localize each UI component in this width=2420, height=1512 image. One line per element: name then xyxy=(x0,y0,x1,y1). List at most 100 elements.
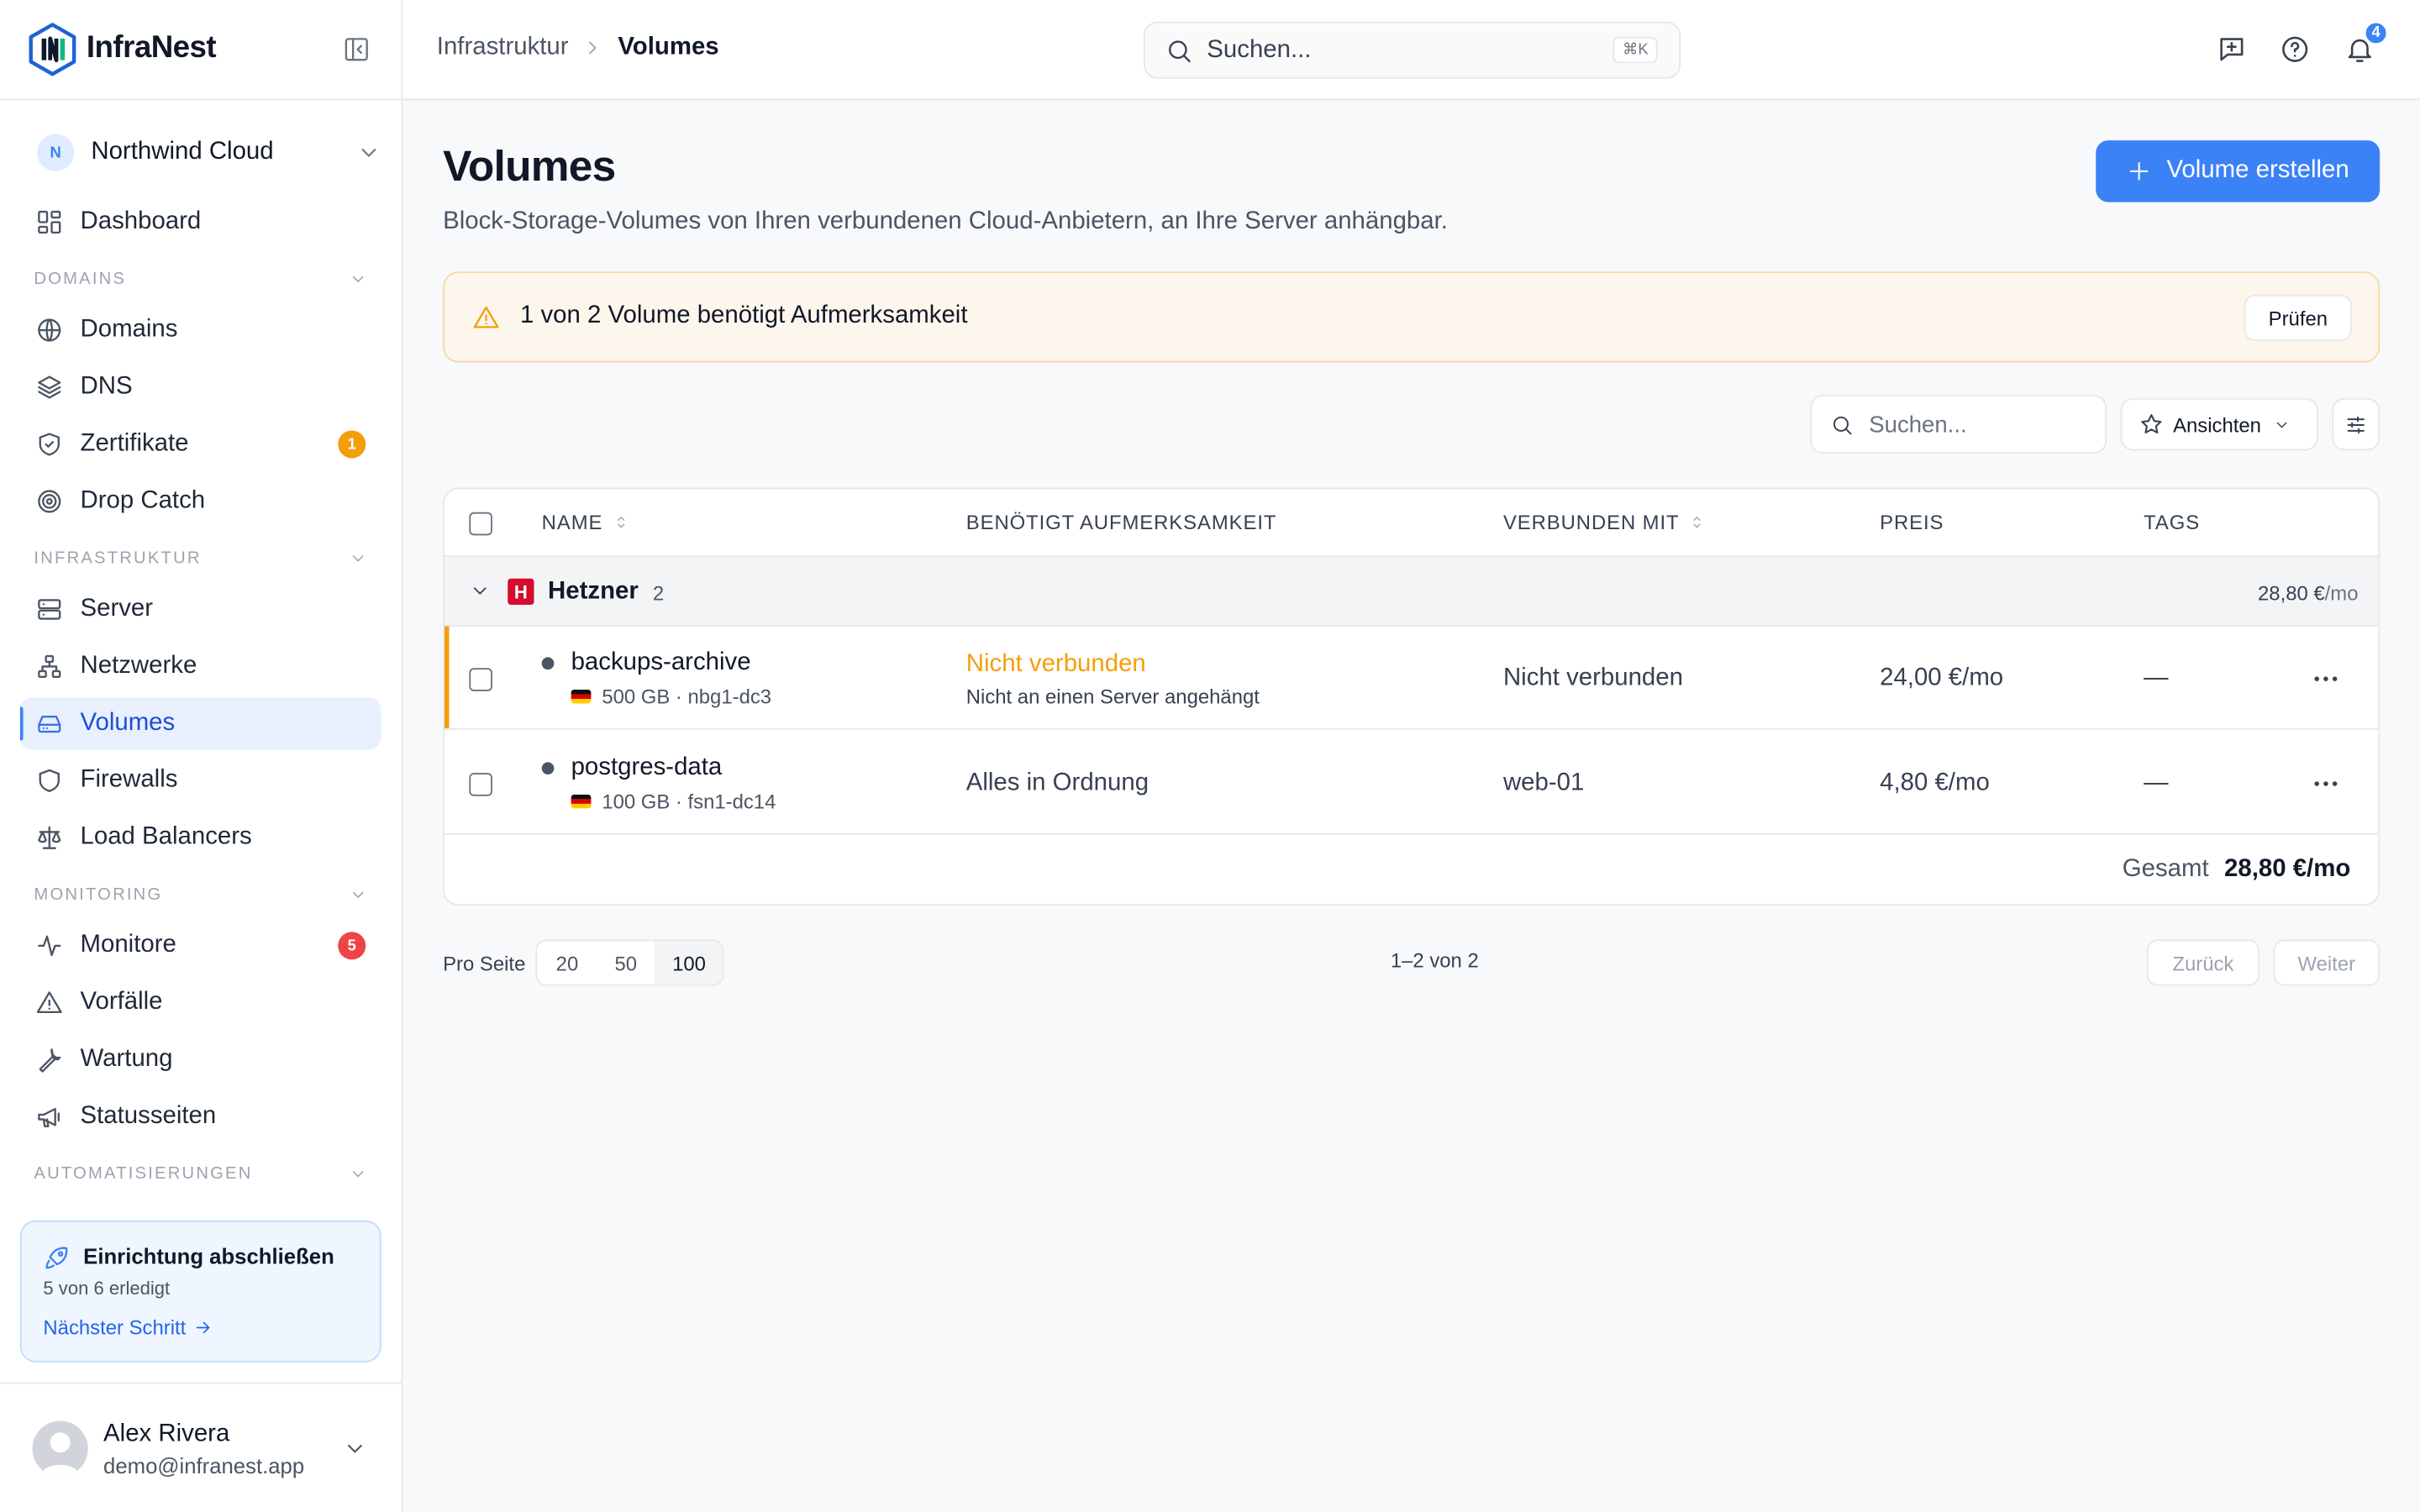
sidebar-item-label: Statusseiten xyxy=(80,1103,217,1130)
sidebar-item-certificates[interactable]: Zertifikate 1 xyxy=(20,418,381,470)
sidebar-item-label: Dashboard xyxy=(80,207,202,235)
shortcut-hint: ⌘K xyxy=(1612,37,1658,64)
status-dot xyxy=(541,657,555,670)
search-icon xyxy=(1833,415,1852,434)
user-menu[interactable]: Alex Rivera demo@infranest.app xyxy=(0,1382,402,1512)
sidebar-item-label: Firewalls xyxy=(80,766,178,794)
section-infrastructure[interactable]: INFRASTRUKTUR xyxy=(20,533,381,584)
per-page-options: 20 50 100 xyxy=(536,939,725,986)
wrench-icon xyxy=(39,1048,61,1073)
create-volume-button[interactable]: Volume erstellen xyxy=(2096,140,2381,202)
sidebar-collapse-icon[interactable] xyxy=(343,35,371,63)
volume-name[interactable]: backups-archive xyxy=(571,649,751,677)
section-label: INFRASTRUKTUR xyxy=(34,548,202,567)
user-email: demo@infranest.app xyxy=(103,1453,305,1478)
search-placeholder: Suchen... xyxy=(1207,36,1312,63)
section-automation[interactable]: AUTOMATISIERUNGEN xyxy=(20,1148,381,1196)
sidebar: InfraNest N Northwind Cloud Dashboard DO… xyxy=(0,0,403,1512)
app-name: InfraNest xyxy=(86,30,217,66)
section-label: AUTOMATISIERUNGEN xyxy=(34,1163,253,1183)
review-button[interactable]: Prüfen xyxy=(2244,294,2353,341)
volume-size-location: 100 GB · fsn1-dc14 xyxy=(602,790,776,813)
connected-to: Nicht verbunden xyxy=(1502,664,1683,691)
connected-to: web-01 xyxy=(1502,769,1585,796)
sidebar-item-load-balancers[interactable]: Load Balancers xyxy=(20,811,381,864)
help-icon[interactable] xyxy=(2280,34,2311,65)
sidebar-item-label: Volumes xyxy=(80,709,176,737)
more-actions-icon[interactable] xyxy=(2311,769,2342,800)
star-icon xyxy=(2141,414,2162,434)
setup-title: Einrichtung abschließen xyxy=(83,1243,334,1268)
provider-group-hetzner[interactable]: H Hetzner 2 28,80 €/mo xyxy=(444,557,2379,627)
volumes-table: NAME BENÖTIGT AUFMERKSAMKEIT VERBUNDEN M… xyxy=(443,487,2381,906)
attention-alert: 1 von 2 Volume benötigt Aufmerksamkeit P… xyxy=(443,271,2381,363)
column-connected[interactable]: VERBUNDEN MIT xyxy=(1503,511,1706,533)
chevron-down-icon xyxy=(2276,421,2287,428)
rocket-icon xyxy=(45,1247,68,1269)
prev-page-button[interactable]: Zurück xyxy=(2146,939,2260,986)
group-name: Hetzner xyxy=(548,578,639,605)
sidebar-item-networks[interactable]: Netzwerke xyxy=(20,640,381,692)
table-row[interactable]: postgres-data 100 GB · fsn1-dc14 Alles i… xyxy=(444,732,2379,835)
avatar xyxy=(32,1420,88,1477)
tags: — xyxy=(2144,664,2169,691)
create-volume-label: Volume erstellen xyxy=(2166,157,2349,184)
chevron-down-icon[interactable] xyxy=(469,580,491,602)
sidebar-item-volumes[interactable]: Volumes xyxy=(19,697,381,750)
sidebar-item-firewalls[interactable]: Firewalls xyxy=(20,754,381,806)
sidebar-item-dns[interactable]: DNS xyxy=(20,361,381,413)
volume-name[interactable]: postgres-data xyxy=(571,754,723,782)
column-label: PREIS xyxy=(1880,510,1944,534)
sidebar-item-incidents[interactable]: Vorfälle xyxy=(20,977,381,1029)
sidebar-item-domains[interactable]: Domains xyxy=(20,304,381,356)
sort-icon xyxy=(617,517,624,528)
sliders-icon xyxy=(2347,415,2365,433)
sidebar-item-status-pages[interactable]: Statusseiten xyxy=(20,1091,381,1143)
germany-flag-icon xyxy=(571,690,592,704)
per-page-option[interactable]: 50 xyxy=(597,941,655,984)
next-page-button[interactable]: Weiter xyxy=(2273,939,2381,986)
group-total-unit: /mo xyxy=(2324,581,2359,605)
column-label: TAGS xyxy=(2144,510,2201,534)
price: 4,80 €/mo xyxy=(1880,769,1990,796)
views-dropdown[interactable]: Ansichten xyxy=(2120,397,2318,451)
certificates-count-badge: 1 xyxy=(338,430,366,459)
row-checkbox[interactable] xyxy=(469,773,492,796)
table-search-input[interactable]: Suchen... xyxy=(1810,395,2107,454)
sidebar-item-server[interactable]: Server xyxy=(20,583,381,635)
per-page-option[interactable]: 20 xyxy=(538,941,597,984)
sidebar-item-maintenance[interactable]: Wartung xyxy=(20,1034,381,1086)
section-domains[interactable]: DOMAINS xyxy=(20,253,381,304)
global-search-input[interactable]: Suchen... ⌘K xyxy=(1143,21,1681,79)
sidebar-item-label: Wartung xyxy=(80,1046,173,1073)
alert-text: 1 von 2 Volume benötigt Aufmerksamkeit xyxy=(519,302,968,329)
status-dot xyxy=(541,762,555,775)
next-step-link[interactable]: Nächster Schritt xyxy=(43,1315,213,1340)
setup-card: Einrichtung abschließen 5 von 6 erledigt… xyxy=(19,1220,381,1362)
row-checkbox[interactable] xyxy=(469,668,492,691)
table-row[interactable]: backups-archive 500 GB · nbg1-dc3 Nicht … xyxy=(444,626,2379,730)
attention-detail: Nicht an einen Server angehängt xyxy=(965,685,1260,709)
scale-icon xyxy=(38,826,61,849)
breadcrumb-infrastructure[interactable]: Infrastruktur xyxy=(437,34,569,61)
group-total: 28,80 €/mo xyxy=(2258,581,2358,605)
sidebar-item-label: Zertifikate xyxy=(80,430,189,457)
per-page-option-selected[interactable]: 100 xyxy=(655,941,723,984)
sidebar-item-dashboard[interactable]: Dashboard xyxy=(20,196,381,248)
column-label: NAME xyxy=(541,510,603,534)
megaphone-icon xyxy=(38,1107,60,1127)
feedback-icon[interactable] xyxy=(2217,34,2248,65)
layers-icon xyxy=(38,375,61,399)
org-switcher[interactable]: N Northwind Cloud xyxy=(20,123,381,182)
more-actions-icon[interactable] xyxy=(2311,664,2342,695)
total-label: Gesamt xyxy=(2122,856,2209,883)
section-monitoring[interactable]: MONITORING xyxy=(20,869,381,920)
shield-check-icon xyxy=(39,433,60,456)
activity-icon xyxy=(38,935,61,957)
column-settings-button[interactable] xyxy=(2332,397,2381,451)
sidebar-item-monitors[interactable]: Monitore 5 xyxy=(20,920,381,972)
sidebar-item-drop-catch[interactable]: Drop Catch xyxy=(20,475,381,528)
select-all-checkbox[interactable] xyxy=(469,512,492,536)
column-name[interactable]: NAME xyxy=(541,510,629,534)
next-step-label: Nächster Schritt xyxy=(43,1315,187,1340)
